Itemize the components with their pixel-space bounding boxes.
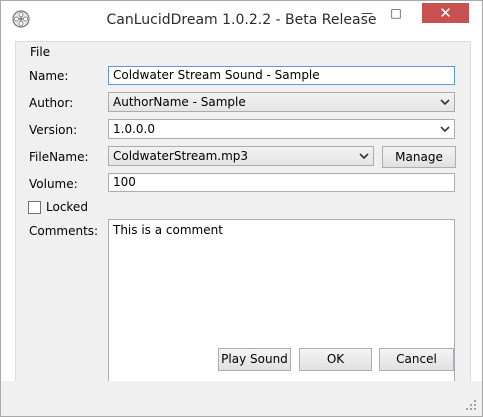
cancel-button[interactable]: Cancel — [379, 348, 454, 371]
author-dropdown-value: AuthorName - Sample — [113, 95, 246, 109]
locked-checkbox[interactable] — [28, 201, 41, 214]
close-button[interactable]: ✕ — [422, 3, 469, 23]
ok-button[interactable]: OK — [299, 348, 372, 371]
menu-file[interactable]: File — [30, 45, 50, 59]
version-combobox-value: 1.0.0.0 — [113, 122, 155, 136]
chevron-down-icon — [440, 126, 450, 133]
form-panel: File Name: Coldwater Stream Sound - Samp… — [15, 41, 471, 401]
resize-grip-icon[interactable] — [466, 400, 476, 410]
maximize-button[interactable]: □ — [382, 3, 410, 23]
author-dropdown[interactable]: AuthorName - Sample — [108, 92, 455, 112]
manage-button[interactable]: Manage — [382, 146, 456, 168]
main-window: CanLucidDream 1.0.2.2 - Beta Release — □… — [0, 0, 483, 417]
comments-label: Comments: — [29, 224, 99, 238]
minimize-button[interactable]: — — [353, 3, 381, 23]
filename-label: FileName: — [29, 150, 89, 164]
locked-label[interactable]: Locked — [46, 200, 88, 214]
title-bar[interactable]: CanLucidDream 1.0.2.2 - Beta Release — □… — [1, 1, 482, 39]
name-field[interactable]: Coldwater Stream Sound - Sample — [108, 66, 455, 85]
version-combobox[interactable]: 1.0.0.0 — [108, 119, 455, 139]
filename-dropdown[interactable]: ColdwaterStream.mp3 — [108, 146, 374, 166]
volume-field[interactable]: 100 — [108, 173, 455, 192]
play-sound-button[interactable]: Play Sound — [218, 348, 291, 371]
chevron-down-icon — [440, 99, 450, 106]
name-label: Name: — [29, 69, 69, 83]
filename-dropdown-value: ColdwaterStream.mp3 — [113, 149, 249, 163]
chevron-down-icon — [359, 153, 369, 160]
author-label: Author: — [29, 96, 74, 110]
volume-label: Volume: — [29, 177, 78, 191]
status-bar — [1, 381, 482, 416]
version-label: Version: — [29, 123, 78, 137]
